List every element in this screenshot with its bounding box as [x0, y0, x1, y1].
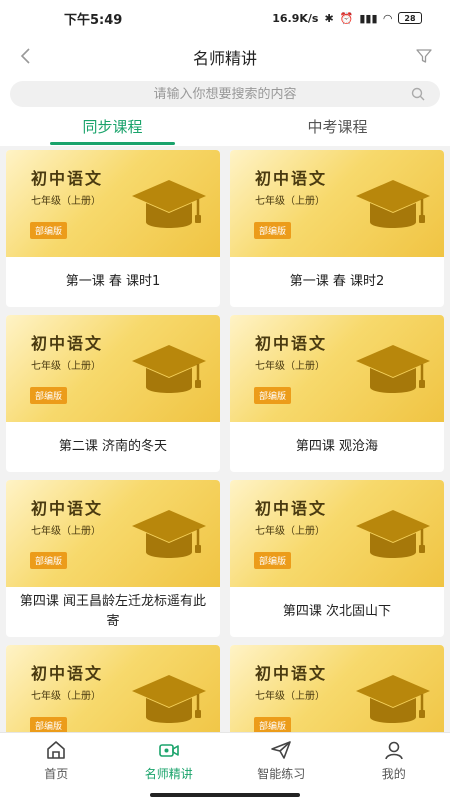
page-title: 名师精讲	[192, 49, 257, 68]
paper-plane-icon	[271, 741, 292, 759]
bottom-nav: 首页 名师精讲 智能练习 我的	[0, 732, 450, 788]
bottom-nav-label: 首页	[44, 767, 69, 781]
course-grade: 七年级（上册）	[31, 691, 101, 702]
tab-bar: 同步课程 中考课程	[0, 110, 450, 146]
search-area	[0, 78, 450, 110]
course-subject: 初中语文	[255, 334, 328, 353]
net-speed: 16.9K/s	[272, 11, 319, 25]
course-title: 第四课 观沧海	[295, 439, 379, 454]
course-subject: 初中语文	[255, 664, 328, 683]
course-subject: 初中语文	[31, 499, 104, 518]
bottom-nav-practice[interactable]: 智能练习	[225, 733, 338, 788]
course-cover: 初中语文 七年级（上册） 部编版	[6, 480, 220, 587]
edition-badge: 部编版	[30, 222, 68, 239]
course-title: 第二课 济南的冬天	[58, 439, 168, 454]
course-grade: 七年级（上册）	[255, 526, 325, 537]
course-subject: 初中语文	[255, 499, 328, 518]
bottom-nav-label: 名师精讲	[144, 767, 193, 781]
course-title: 第一课 春 课时2	[289, 274, 385, 289]
edition-badge: 部编版	[254, 387, 292, 404]
bottom-nav-mine[interactable]: 我的	[338, 733, 450, 788]
course-subject: 初中语文	[255, 169, 328, 188]
tab-sync-courses[interactable]: 同步课程	[0, 110, 225, 146]
course-subject: 初中语文	[31, 664, 104, 683]
graduation-cap-icon	[132, 675, 206, 723]
course-title: 第一课 春 课时1	[65, 274, 161, 289]
tab-exam-courses[interactable]: 中考课程	[225, 110, 450, 146]
wifi-icon: ◠	[383, 11, 392, 25]
course-card[interactable]: 初中语文 七年级（上册） 部编版 第一课 春 课时2	[230, 150, 444, 307]
filter-icon	[416, 49, 432, 63]
course-grade: 七年级（上册）	[31, 361, 101, 372]
course-cover: 初中语文 七年级（上册） 部编版	[230, 150, 444, 257]
home-indicator[interactable]	[150, 793, 300, 797]
graduation-cap-icon	[132, 180, 206, 228]
status-time: 下午5:49	[64, 12, 123, 28]
home-icon	[47, 741, 66, 759]
edition-badge: 部编版	[254, 222, 292, 239]
course-card[interactable]: 初中语文 七年级（上册） 部编版 第一课 春 课时1	[6, 150, 220, 307]
status-bar: 下午5:49 16.9K/s ✱ ⏰ ▮▮▮ ◠ 28	[0, 0, 450, 36]
bluetooth-icon: ✱	[324, 11, 334, 25]
course-grid: 初中语文 七年级（上册） 部编版 第一课 春 课时1 初中语文 七年级（上册） …	[0, 146, 450, 732]
back-button[interactable]	[14, 44, 38, 68]
nav-bar: 名师精讲	[0, 36, 450, 78]
course-cover: 初中语文 七年级（上册） 部编版	[230, 645, 444, 732]
graduation-cap-icon	[132, 345, 206, 393]
graduation-cap-icon	[356, 675, 430, 723]
bottom-nav-label: 我的	[381, 767, 406, 781]
edition-badge: 部编版	[254, 717, 292, 732]
filter-button[interactable]	[412, 44, 436, 68]
course-card[interactable]: 初中语文 七年级（上册） 部编版	[6, 645, 220, 732]
course-grade: 七年级（上册）	[255, 196, 325, 207]
course-title: 第四课 次北固山下	[282, 604, 392, 619]
search-box[interactable]	[10, 81, 440, 107]
course-card[interactable]: 初中语文 七年级（上册） 部编版 第二课 济南的冬天	[6, 315, 220, 472]
user-icon	[384, 741, 403, 760]
course-card[interactable]: 初中语文 七年级（上册） 部编版	[230, 645, 444, 732]
battery-icon: 28	[398, 12, 422, 24]
course-grade: 七年级（上册）	[31, 196, 101, 207]
course-grade: 七年级（上册）	[255, 691, 325, 702]
course-cover: 初中语文 七年级（上册） 部编版	[6, 150, 220, 257]
course-subject: 初中语文	[31, 169, 104, 188]
course-cover: 初中语文 七年级（上册） 部编版	[230, 315, 444, 422]
bottom-nav-label: 智能练习	[257, 767, 306, 781]
edition-badge: 部编版	[30, 717, 68, 732]
course-cover: 初中语文 七年级（上册） 部编版	[6, 645, 220, 732]
course-title: 第四课 闻王昌龄左迁龙标遥有此寄	[19, 594, 207, 629]
graduation-cap-icon	[356, 345, 430, 393]
search-input[interactable]	[10, 86, 440, 102]
course-subject: 初中语文	[31, 334, 104, 353]
graduation-cap-icon	[356, 180, 430, 228]
edition-badge: 部编版	[30, 387, 68, 404]
course-card[interactable]: 初中语文 七年级（上册） 部编版 第四课 次北固山下	[230, 480, 444, 637]
course-cover: 初中语文 七年级（上册） 部编版	[6, 315, 220, 422]
chevron-left-icon	[20, 48, 30, 64]
course-cover: 初中语文 七年级（上册） 部编版	[230, 480, 444, 587]
graduation-cap-icon	[132, 510, 206, 558]
graduation-cap-icon	[356, 510, 430, 558]
status-indicators: 16.9K/s ✱ ⏰ ▮▮▮ ◠ 28	[272, 12, 422, 25]
search-icon[interactable]	[410, 86, 426, 102]
course-card[interactable]: 初中语文 七年级（上册） 部编版 第四课 闻王昌龄左迁龙标遥有此寄	[6, 480, 220, 637]
bottom-nav-teachers[interactable]: 名师精讲	[113, 733, 226, 788]
course-grade: 七年级（上册）	[255, 361, 325, 372]
course-card[interactable]: 初中语文 七年级（上册） 部编版 第四课 观沧海	[230, 315, 444, 472]
edition-badge: 部编版	[30, 552, 68, 569]
alarm-icon: ⏰	[339, 11, 354, 25]
edition-badge: 部编版	[254, 552, 292, 569]
bottom-nav-home[interactable]: 首页	[0, 733, 113, 788]
gesture-area	[0, 788, 450, 800]
video-icon	[158, 744, 179, 757]
signal-icon: ▮▮▮	[359, 11, 378, 25]
course-grade: 七年级（上册）	[31, 526, 101, 537]
